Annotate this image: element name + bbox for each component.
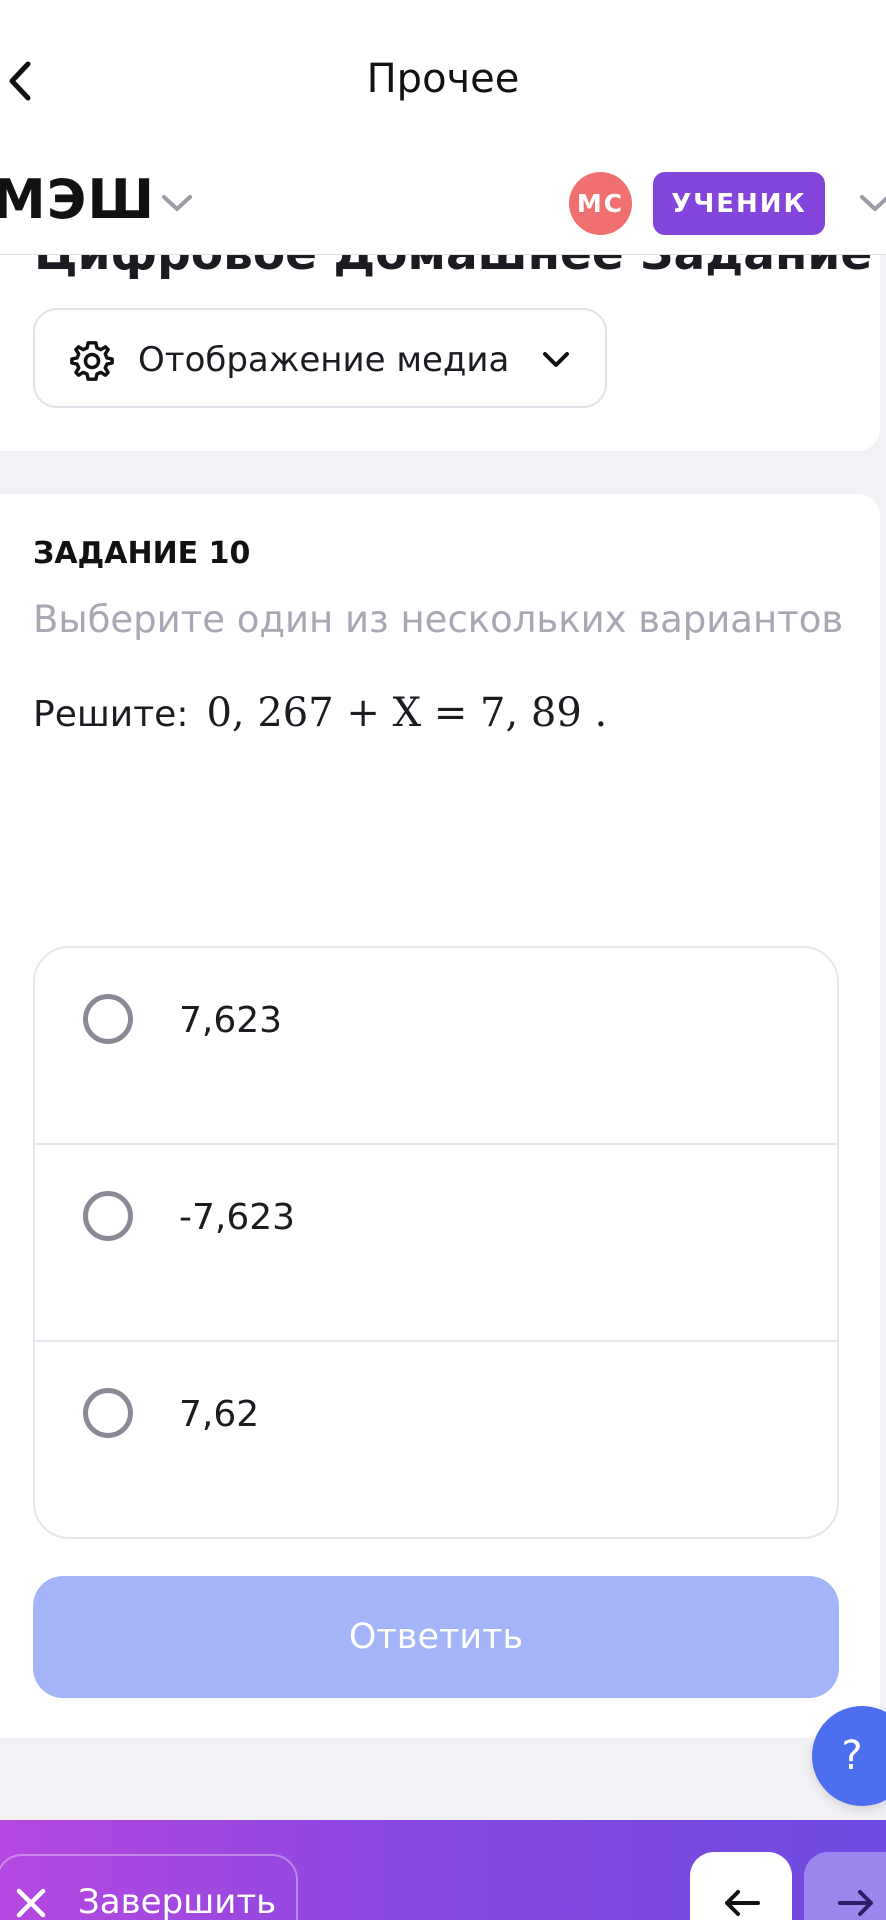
- top-nav-bar: Прочее: [0, 0, 886, 150]
- finish-label: Завершить: [78, 1882, 277, 1920]
- finish-button[interactable]: Завершить: [0, 1854, 298, 1920]
- question-formula: 0, 267 + X = 7, 89 .: [206, 690, 608, 736]
- radio-button[interactable]: [83, 994, 133, 1044]
- media-display-label: Отображение медиа: [138, 340, 510, 380]
- gear-icon: [70, 341, 114, 381]
- answer-option[interactable]: 7,62: [35, 1342, 837, 1537]
- role-badge[interactable]: УЧЕНИК: [653, 172, 825, 235]
- chevron-down-icon: [543, 352, 569, 367]
- chevron-down-icon[interactable]: [856, 188, 886, 218]
- answer-button[interactable]: Ответить: [33, 1576, 839, 1698]
- next-button[interactable]: [804, 1852, 886, 1920]
- task-number: ЗАДАНИЕ 10: [33, 536, 251, 571]
- option-label: 7,623: [179, 1000, 283, 1041]
- answer-option[interactable]: -7,623: [35, 1145, 837, 1342]
- arrow-right-icon: [838, 1890, 873, 1916]
- previous-button[interactable]: [690, 1852, 792, 1920]
- option-label: -7,623: [179, 1197, 296, 1238]
- arrow-left-icon: [725, 1890, 760, 1916]
- bottom-bar: Завершить: [0, 1820, 886, 1920]
- task-question: Решите: 0, 267 + X = 7, 89 .: [33, 690, 607, 736]
- answer-option[interactable]: 7,623: [35, 948, 837, 1145]
- site-header: МЭШ МС УЧЕНИК: [0, 150, 886, 255]
- radio-button[interactable]: [83, 1191, 133, 1241]
- logo[interactable]: МЭШ: [0, 168, 155, 231]
- avatar[interactable]: МС: [569, 172, 632, 235]
- answer-options: 7,623 -7,623 7,62: [33, 946, 839, 1539]
- question-prefix: Решите:: [33, 694, 189, 735]
- task-instruction: Выберите один из нескольких вариантов: [33, 598, 844, 641]
- radio-button[interactable]: [83, 1388, 133, 1438]
- nav-title: Прочее: [366, 56, 520, 102]
- media-display-button[interactable]: Отображение медиа: [33, 308, 607, 408]
- chevron-down-icon[interactable]: [158, 188, 196, 218]
- option-label: 7,62: [179, 1394, 260, 1435]
- close-icon: [16, 1888, 46, 1918]
- task-card: ЗАДАНИЕ 10 Выберите один из нескольких в…: [0, 494, 880, 1738]
